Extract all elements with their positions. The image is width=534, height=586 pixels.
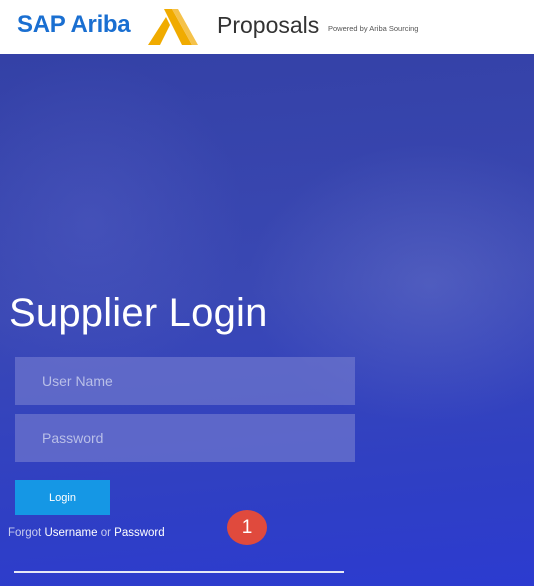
header: SAP Ariba Proposals Powered by Ariba Sou… — [0, 0, 534, 54]
brand-name[interactable]: SAP Ariba — [17, 11, 131, 39]
forgot-username-link[interactable]: Username — [44, 527, 97, 539]
forgot-or: or — [100, 527, 111, 539]
username-input[interactable] — [15, 357, 355, 405]
step-number-badge: 1 — [227, 510, 267, 545]
sap-ariba-logo-icon — [148, 9, 198, 45]
divider — [14, 571, 344, 573]
page-title: Supplier Login — [9, 291, 268, 335]
product-name: Proposals — [217, 12, 320, 38]
password-input[interactable] — [15, 414, 355, 462]
powered-by-text: Powered by Ariba Sourcing — [328, 24, 419, 33]
forgot-password-link[interactable]: Password — [114, 527, 165, 539]
forgot-prefix: Forgot — [8, 527, 42, 539]
page: SAP Ariba Proposals Powered by Ariba Sou… — [0, 0, 534, 586]
forgot-credentials: Forgot Username or Password — [8, 527, 165, 539]
login-button[interactable]: Login — [15, 480, 110, 515]
